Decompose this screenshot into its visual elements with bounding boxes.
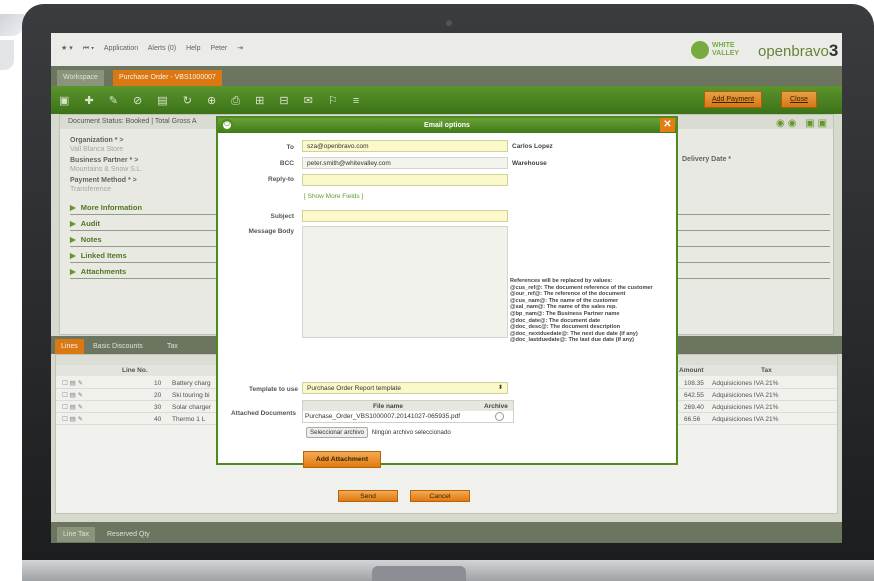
message-body-field[interactable] xyxy=(302,226,508,338)
background-decoration xyxy=(0,14,24,36)
reference-line: @doc_date@: The document date xyxy=(510,317,601,324)
reference-line: @doc_nextduedate@: The next due date (if… xyxy=(510,330,638,337)
email-options-dialog: Email options ⏻ ✕ To sza@openbravo.com C… xyxy=(216,116,678,502)
attachments-header: File name Archive xyxy=(303,401,513,411)
message-body-label: Message Body xyxy=(248,228,294,235)
cancel-button[interactable]: Cancel xyxy=(410,490,470,502)
template-select-value: Purchase Order Report template xyxy=(307,385,401,392)
show-more-fields-link[interactable]: [ Show More Fields ] xyxy=(304,193,363,200)
dialog-title: Email options xyxy=(218,118,676,133)
attached-documents-label: Attached Documents xyxy=(230,410,296,417)
reference-line: @bp_nam@: The Business Partner name xyxy=(510,310,620,317)
select-arrows-icon: ⬍ xyxy=(497,385,503,391)
reference-line: @sal_nam@: The name of the sales rep. xyxy=(510,304,617,311)
subject-field[interactable] xyxy=(302,210,508,222)
camera-dot xyxy=(446,20,452,26)
reference-line: @cus_ref@: The document reference of the… xyxy=(510,284,653,291)
bcc-label: BCC xyxy=(279,160,294,167)
no-file-selected-text: Ningún archivo seleccionado xyxy=(371,429,451,436)
close-icon[interactable]: ✕ xyxy=(660,118,675,132)
reference-line: @our_ref@: The reference of the document xyxy=(510,291,626,298)
bcc-field[interactable]: peter.smith@whitevalley.com xyxy=(302,157,508,169)
power-icon: ⏻ xyxy=(221,119,233,131)
send-button[interactable]: Send xyxy=(338,490,398,502)
template-label: Template to use xyxy=(248,386,298,393)
to-contact-name: Carlos Lopez xyxy=(512,143,553,150)
archive-checkbox[interactable] xyxy=(495,412,504,421)
reference-line: References will be replaced by values: xyxy=(510,278,613,284)
col-file-name: File name xyxy=(373,403,403,410)
col-archive: Archive xyxy=(484,403,508,410)
choose-file-button[interactable]: Seleccionar archivo xyxy=(306,427,368,438)
to-field[interactable]: sza@openbravo.com xyxy=(302,140,508,152)
attachments-table: File name Archive Purchase_Order_VBS1000… xyxy=(302,400,514,423)
reply-to-field[interactable] xyxy=(302,174,508,186)
reference-line: @cus_nam@: The name of the customer xyxy=(510,297,619,304)
reply-to-label: Reply-to xyxy=(268,176,294,183)
to-label: To xyxy=(286,144,294,151)
add-attachment-button[interactable]: Add Attachment xyxy=(303,451,381,468)
bcc-contact-name: Warehouse xyxy=(512,160,547,167)
file-input[interactable]: Seleccionar archivo Ningún archivo selec… xyxy=(306,427,451,438)
laptop-notch xyxy=(372,566,466,581)
template-select[interactable]: Purchase Order Report template ⬍ xyxy=(302,382,508,394)
app-screen: ★ ▾ ⏮ ▾ Application Alerts (0) Help Pete… xyxy=(51,33,842,543)
subject-label: Subject xyxy=(270,213,294,220)
background-decoration-2 xyxy=(0,40,14,70)
reference-line: @doc_desc@: The document description xyxy=(510,324,621,331)
attachment-file-name: Purchase_Order_VBS1000007.20141027-06593… xyxy=(305,413,461,420)
reference-line: @doc_lastduedate@: The last due date (if… xyxy=(510,337,635,344)
references-help: References will be replaced by values: @… xyxy=(510,278,678,344)
attachment-row[interactable]: Purchase_Order_VBS1000007.20141027-06593… xyxy=(303,411,513,422)
